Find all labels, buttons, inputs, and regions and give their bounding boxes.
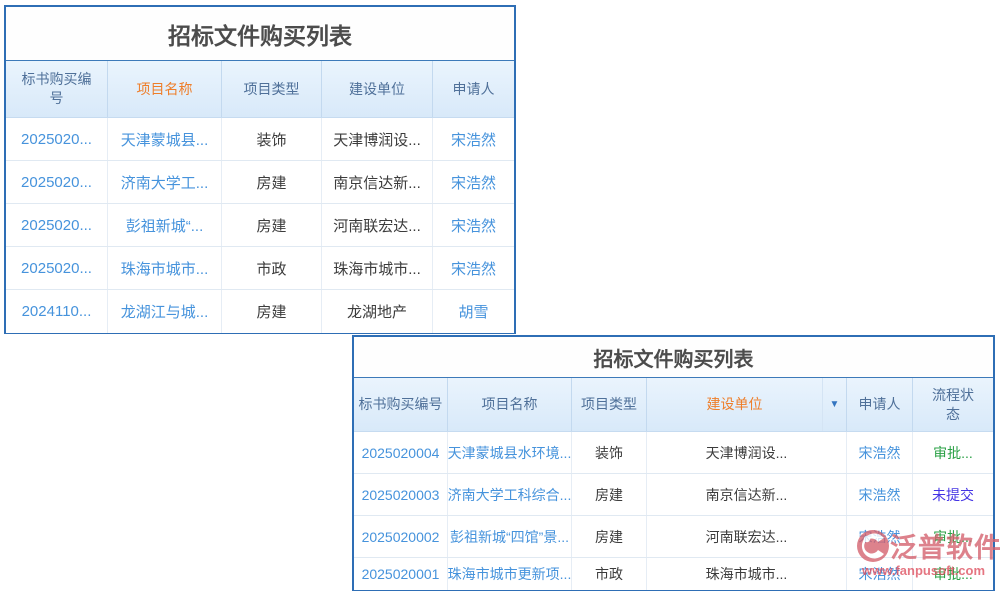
cell-purchase-id[interactable]: 2025020...	[6, 161, 108, 203]
cell-project-type: 房建	[572, 516, 647, 557]
table-header-row: 标书购买编号 项目名称 项目类型 建设单位 ▼ 申请人 流程状态	[354, 378, 993, 432]
cell-project-type: 装饰	[572, 432, 647, 473]
cell-construction-unit: 天津博润设...	[647, 432, 847, 473]
column-header-project-name[interactable]: 项目名称	[108, 61, 222, 117]
cell-project-name[interactable]: 济南大学工科综合...	[448, 474, 572, 515]
cell-construction-unit: 南京信达新...	[647, 474, 847, 515]
cell-applicant[interactable]: 宋浩然	[433, 204, 514, 246]
column-header-project-type[interactable]: 项目类型	[572, 378, 647, 431]
filter-dropdown-button[interactable]: ▼	[822, 378, 846, 431]
cell-project-type: 市政	[222, 247, 322, 289]
cell-applicant[interactable]: 宋浩然	[433, 161, 514, 203]
table-row: 2025020... 天津蒙城县... 装饰 天津博润设... 宋浩然	[6, 118, 514, 161]
cell-purchase-id[interactable]: 2025020...	[6, 247, 108, 289]
column-header-purchase-id[interactable]: 标书购买编号	[354, 378, 448, 431]
column-header-project-type[interactable]: 项目类型	[222, 61, 322, 117]
cell-project-type: 房建	[572, 474, 647, 515]
cell-applicant[interactable]: 宋浩然	[847, 558, 913, 590]
column-header-purchase-id[interactable]: 标书购买编号	[6, 61, 108, 117]
table-row: 2024110... 龙湖江与城... 房建 龙湖地产 胡雪	[6, 290, 514, 333]
cell-applicant[interactable]: 宋浩然	[847, 474, 913, 515]
column-header-project-name[interactable]: 项目名称	[448, 378, 572, 431]
table-row: 2025020002 彭祖新城“四馆”景... 房建 河南联宏达... 宋浩然 …	[354, 516, 993, 558]
cell-project-type: 房建	[222, 161, 322, 203]
table-row: 2025020003 济南大学工科综合... 房建 南京信达新... 宋浩然 未…	[354, 474, 993, 516]
cell-purchase-id[interactable]: 2025020...	[6, 204, 108, 246]
table-row: 2025020001 珠海市城市更新项... 市政 珠海市城市... 宋浩然 审…	[354, 558, 993, 590]
chevron-down-icon: ▼	[830, 400, 840, 410]
table-header-row: 标书购买编号 项目名称 项目类型 建设单位 申请人	[6, 61, 514, 118]
cell-project-type: 房建	[222, 290, 322, 333]
cell-purchase-id[interactable]: 2025020004	[354, 432, 448, 473]
column-header-applicant[interactable]: 申请人	[433, 61, 514, 117]
cell-construction-unit: 河南联宏达...	[647, 516, 847, 557]
cell-purchase-id[interactable]: 2025020002	[354, 516, 448, 557]
cell-purchase-id[interactable]: 2025020...	[6, 118, 108, 160]
cell-applicant[interactable]: 宋浩然	[847, 432, 913, 473]
bid-purchase-list-table-2: 招标文件购买列表 标书购买编号 项目名称 项目类型 建设单位 ▼ 申请人 流程状…	[352, 335, 995, 591]
column-header-construction-unit[interactable]: 建设单位	[322, 61, 433, 117]
cell-applicant[interactable]: 宋浩然	[433, 118, 514, 160]
column-header-applicant[interactable]: 申请人	[847, 378, 913, 431]
page: 招标文件购买列表 标书购买编号 项目名称 项目类型 建设单位 申请人 20250…	[0, 0, 1000, 600]
cell-project-name[interactable]: 龙湖江与城...	[108, 290, 222, 333]
table-row: 2025020... 济南大学工... 房建 南京信达新... 宋浩然	[6, 161, 514, 204]
cell-project-name[interactable]: 天津蒙城县...	[108, 118, 222, 160]
cell-project-name[interactable]: 珠海市城市...	[108, 247, 222, 289]
cell-applicant[interactable]: 胡雪	[433, 290, 514, 333]
cell-construction-unit: 南京信达新...	[322, 161, 433, 203]
cell-construction-unit: 龙湖地产	[322, 290, 433, 333]
table-title: 招标文件购买列表	[354, 337, 993, 378]
cell-purchase-id[interactable]: 2024110...	[6, 290, 108, 333]
column-header-label: 建设单位	[647, 378, 822, 431]
cell-construction-unit: 珠海市城市...	[647, 558, 847, 590]
cell-purchase-id[interactable]: 2025020003	[354, 474, 448, 515]
table-row: 2025020... 彭祖新城“... 房建 河南联宏达... 宋浩然	[6, 204, 514, 247]
cell-applicant[interactable]: 宋浩然	[847, 516, 913, 557]
cell-project-name[interactable]: 珠海市城市更新项...	[448, 558, 572, 590]
table-row: 2025020... 珠海市城市... 市政 珠海市城市... 宋浩然	[6, 247, 514, 290]
cell-construction-unit: 河南联宏达...	[322, 204, 433, 246]
column-header-construction-unit[interactable]: 建设单位 ▼	[647, 378, 847, 431]
cell-project-type: 装饰	[222, 118, 322, 160]
cell-flow-status[interactable]: 审批...	[913, 558, 993, 590]
cell-project-name[interactable]: 彭祖新城“...	[108, 204, 222, 246]
cell-project-name[interactable]: 彭祖新城“四馆”景...	[448, 516, 572, 557]
cell-applicant[interactable]: 宋浩然	[433, 247, 514, 289]
cell-flow-status[interactable]: 审批...	[913, 432, 993, 473]
table-title: 招标文件购买列表	[6, 7, 514, 61]
cell-flow-status[interactable]: 审批...	[913, 516, 993, 557]
cell-purchase-id[interactable]: 2025020001	[354, 558, 448, 590]
cell-project-name[interactable]: 济南大学工...	[108, 161, 222, 203]
cell-flow-status[interactable]: 未提交	[913, 474, 993, 515]
column-header-flow-status[interactable]: 流程状态	[913, 378, 993, 431]
cell-project-name[interactable]: 天津蒙城县水环境...	[448, 432, 572, 473]
cell-construction-unit: 珠海市城市...	[322, 247, 433, 289]
cell-project-type: 房建	[222, 204, 322, 246]
table-row: 2025020004 天津蒙城县水环境... 装饰 天津博润设... 宋浩然 审…	[354, 432, 993, 474]
cell-project-type: 市政	[572, 558, 647, 590]
cell-construction-unit: 天津博润设...	[322, 118, 433, 160]
bid-purchase-list-table-1: 招标文件购买列表 标书购买编号 项目名称 项目类型 建设单位 申请人 20250…	[4, 5, 516, 334]
